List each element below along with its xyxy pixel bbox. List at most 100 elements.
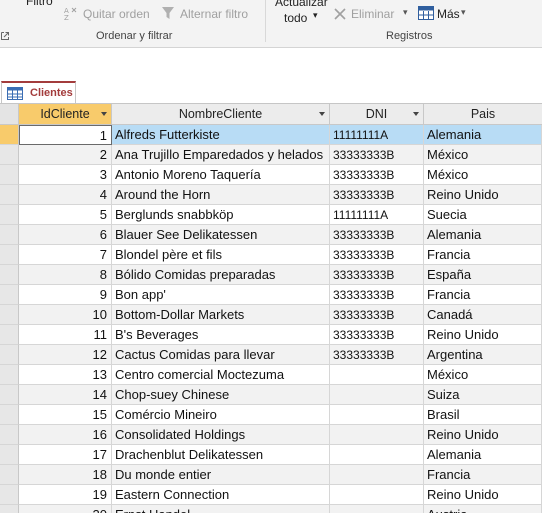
cell-pais[interactable]: Canadá bbox=[424, 305, 542, 325]
table-row[interactable]: 2 Ana Trujillo Emparedados y helados 33333… bbox=[0, 145, 542, 165]
cell-dni[interactable]: 33333333B bbox=[330, 265, 424, 285]
table-row[interactable]: 7 Blondel père et fils 33333333B Francia bbox=[0, 245, 542, 265]
cell-idcliente[interactable]: 17 bbox=[19, 445, 112, 465]
cell-pais[interactable]: Argentina bbox=[424, 345, 542, 365]
cell-nombrecliente[interactable]: Eastern Connection bbox=[112, 485, 330, 505]
cell-idcliente[interactable]: 3 bbox=[19, 165, 112, 185]
cell-pais[interactable]: Francia bbox=[424, 465, 542, 485]
record-selector[interactable] bbox=[0, 245, 19, 265]
record-selector[interactable] bbox=[0, 365, 19, 385]
dialog-launcher-icon[interactable] bbox=[1, 32, 9, 40]
cell-nombrecliente[interactable]: Consolidated Holdings bbox=[112, 425, 330, 445]
cell-dni[interactable] bbox=[330, 365, 424, 385]
cell-idcliente[interactable]: 10 bbox=[19, 305, 112, 325]
record-selector[interactable] bbox=[0, 385, 19, 405]
cell-dni[interactable] bbox=[330, 405, 424, 425]
table-row[interactable]: 3 Antonio Moreno Taquería 33333333B México bbox=[0, 165, 542, 185]
record-selector[interactable] bbox=[0, 145, 19, 165]
record-selector[interactable] bbox=[0, 505, 19, 513]
table-row[interactable]: 16 Consolidated Holdings Reino Unido bbox=[0, 425, 542, 445]
cell-dni[interactable]: 33333333B bbox=[330, 225, 424, 245]
table-row[interactable]: 13 Centro comercial Moctezuma México bbox=[0, 365, 542, 385]
cell-dni[interactable] bbox=[330, 445, 424, 465]
table-row[interactable]: 17 Drachenblut Delikatessen Alemania bbox=[0, 445, 542, 465]
table-row[interactable]: 1 Alfreds Futterkiste 11111111A Alemania bbox=[0, 125, 542, 145]
cell-dni[interactable]: 11111111A bbox=[330, 125, 424, 145]
cell-nombrecliente[interactable]: Chop-suey Chinese bbox=[112, 385, 330, 405]
cell-dni[interactable]: 33333333B bbox=[330, 145, 424, 165]
tab-clientes[interactable]: Clientes bbox=[1, 81, 76, 104]
cell-dni[interactable] bbox=[330, 385, 424, 405]
chevron-down-icon[interactable] bbox=[101, 112, 107, 116]
filter-button[interactable]: Filtro bbox=[26, 0, 53, 8]
cell-nombrecliente[interactable]: B's Beverages bbox=[112, 325, 330, 345]
table-row[interactable]: 12 Cactus Comidas para llevar 33333333B Arg… bbox=[0, 345, 542, 365]
cell-idcliente[interactable]: 6 bbox=[19, 225, 112, 245]
column-header-pais[interactable]: Pais bbox=[424, 104, 542, 124]
cell-pais[interactable]: Suecia bbox=[424, 205, 542, 225]
cell-idcliente[interactable]: 16 bbox=[19, 425, 112, 445]
cell-nombrecliente[interactable]: Bottom-Dollar Markets bbox=[112, 305, 330, 325]
chevron-down-icon[interactable]: ▾ bbox=[403, 7, 408, 18]
cell-idcliente[interactable]: 7 bbox=[19, 245, 112, 265]
cell-idcliente[interactable]: 18 bbox=[19, 465, 112, 485]
table-row[interactable]: 4 Around the Horn 33333333B Reino Unido bbox=[0, 185, 542, 205]
cell-dni[interactable]: 33333333B bbox=[330, 345, 424, 365]
column-header-idcliente[interactable]: IdCliente bbox=[19, 104, 112, 124]
cell-dni[interactable] bbox=[330, 465, 424, 485]
cell-idcliente[interactable]: 2 bbox=[19, 145, 112, 165]
record-selector[interactable] bbox=[0, 485, 19, 505]
table-row[interactable]: 18 Du monde entier Francia bbox=[0, 465, 542, 485]
cell-nombrecliente[interactable]: Bon app' bbox=[112, 285, 330, 305]
cell-idcliente[interactable]: 20 bbox=[19, 505, 112, 513]
cell-nombrecliente[interactable]: Cactus Comidas para llevar bbox=[112, 345, 330, 365]
table-row[interactable]: 11 B's Beverages 33333333B Reino Unido bbox=[0, 325, 542, 345]
record-selector[interactable] bbox=[0, 345, 19, 365]
refresh-all-button[interactable]: Actualizar todo ▾ bbox=[273, 0, 329, 29]
toggle-filter-button[interactable]: Alternar filtro bbox=[180, 7, 248, 21]
table-row[interactable]: 15 Comércio Mineiro Brasil bbox=[0, 405, 542, 425]
cell-dni[interactable]: 33333333B bbox=[330, 245, 424, 265]
delete-button[interactable]: Eliminar bbox=[351, 7, 394, 21]
cell-nombrecliente[interactable]: Du monde entier bbox=[112, 465, 330, 485]
table-row[interactable]: 20Ernst Handel Austria bbox=[0, 505, 542, 513]
cell-pais[interactable]: Reino Unido bbox=[424, 185, 542, 205]
cell-pais[interactable]: Francia bbox=[424, 245, 542, 265]
cell-idcliente[interactable]: 5 bbox=[19, 205, 112, 225]
record-selector[interactable] bbox=[0, 125, 19, 145]
table-row[interactable]: 6 Blauer See Delikatessen 33333333B Alemani… bbox=[0, 225, 542, 245]
cell-idcliente[interactable]: 9 bbox=[19, 285, 112, 305]
cell-nombrecliente[interactable]: Centro comercial Moctezuma bbox=[112, 365, 330, 385]
cell-pais[interactable]: Alemania bbox=[424, 225, 542, 245]
cell-nombrecliente[interactable]: Alfreds Futterkiste bbox=[112, 125, 330, 145]
remove-order-button[interactable]: Quitar orden bbox=[83, 7, 150, 21]
cell-dni[interactable]: 33333333B bbox=[330, 185, 424, 205]
cell-idcliente[interactable]: 4 bbox=[19, 185, 112, 205]
cell-pais[interactable]: Reino Unido bbox=[424, 425, 542, 445]
cell-nombrecliente[interactable]: Ana Trujillo Emparedados y helados bbox=[112, 145, 330, 165]
table-row[interactable]: 9 Bon app' 33333333B Francia bbox=[0, 285, 542, 305]
cell-nombrecliente[interactable]: Around the Horn bbox=[112, 185, 330, 205]
record-selector[interactable] bbox=[0, 185, 19, 205]
cell-pais[interactable]: España bbox=[424, 265, 542, 285]
record-selector[interactable] bbox=[0, 405, 19, 425]
cell-idcliente[interactable]: 8 bbox=[19, 265, 112, 285]
cell-dni[interactable]: 33333333B bbox=[330, 325, 424, 345]
cell-pais[interactable]: Alemania bbox=[424, 445, 542, 465]
chevron-down-icon[interactable] bbox=[413, 112, 419, 116]
cell-nombrecliente[interactable]: Bólido Comidas preparadas bbox=[112, 265, 330, 285]
cell-dni[interactable] bbox=[330, 485, 424, 505]
cell-pais[interactable]: Reino Unido bbox=[424, 485, 542, 505]
record-selector[interactable] bbox=[0, 165, 19, 185]
cell-nombrecliente[interactable]: Comércio Mineiro bbox=[112, 405, 330, 425]
cell-dni[interactable]: 33333333B bbox=[330, 285, 424, 305]
cell-nombrecliente[interactable]: Blondel père et fils bbox=[112, 245, 330, 265]
cell-pais[interactable]: México bbox=[424, 165, 542, 185]
cell-idcliente[interactable]: 14 bbox=[19, 385, 112, 405]
cell-idcliente[interactable]: 1 bbox=[19, 125, 112, 145]
cell-pais[interactable]: México bbox=[424, 365, 542, 385]
record-selector[interactable] bbox=[0, 285, 19, 305]
table-row[interactable]: 14 Chop-suey Chinese Suiza bbox=[0, 385, 542, 405]
record-selector[interactable] bbox=[0, 465, 19, 485]
cell-dni[interactable] bbox=[330, 425, 424, 445]
